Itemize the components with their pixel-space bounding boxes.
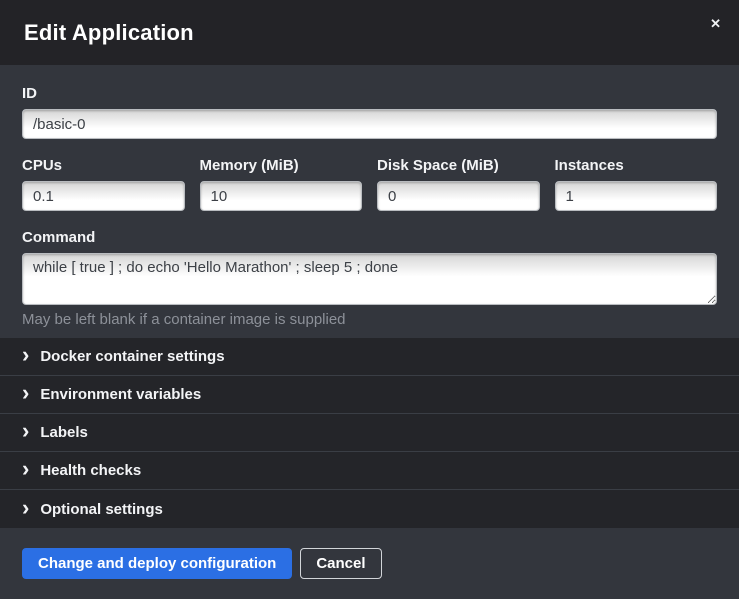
section-label: Docker container settings	[40, 348, 224, 365]
section-label: Optional settings	[40, 501, 163, 518]
id-label: ID	[22, 85, 717, 102]
section-label: Health checks	[40, 462, 141, 479]
cpus-field-group: CPUs	[22, 157, 185, 211]
instances-label: Instances	[555, 157, 718, 174]
instances-field-group: Instances	[555, 157, 718, 211]
disk-input[interactable]	[377, 181, 540, 211]
section-label: Environment variables	[40, 386, 201, 403]
disk-field-group: Disk Space (MiB)	[377, 157, 540, 211]
section-environment-variables[interactable]: › Environment variables	[0, 376, 739, 414]
modal-header: Edit Application ✕	[0, 0, 739, 65]
instances-input[interactable]	[555, 181, 718, 211]
chevron-right-icon: ›	[22, 458, 29, 480]
section-label: Labels	[40, 424, 88, 441]
id-input[interactable]	[22, 109, 717, 139]
chevron-right-icon: ›	[22, 382, 29, 404]
disk-label: Disk Space (MiB)	[377, 157, 540, 174]
section-optional-settings[interactable]: › Optional settings	[0, 490, 739, 528]
collapsible-sections: › Docker container settings › Environmen…	[0, 338, 739, 528]
command-textarea[interactable]: while [ true ] ; do echo 'Hello Marathon…	[22, 253, 717, 305]
edit-application-modal: Edit Application ✕ ID CPUs Memory (MiB) …	[0, 0, 739, 599]
section-health-checks[interactable]: › Health checks	[0, 452, 739, 490]
modal-footer: Change and deploy configuration Cancel	[0, 528, 739, 599]
memory-label: Memory (MiB)	[200, 157, 363, 174]
chevron-right-icon: ›	[22, 497, 29, 519]
cpus-input[interactable]	[22, 181, 185, 211]
section-labels[interactable]: › Labels	[0, 414, 739, 452]
memory-field-group: Memory (MiB)	[200, 157, 363, 211]
chevron-right-icon: ›	[22, 344, 29, 366]
id-field-group: ID	[22, 85, 717, 139]
command-label: Command	[22, 229, 717, 246]
cpus-label: CPUs	[22, 157, 185, 174]
resources-row: CPUs Memory (MiB) Disk Space (MiB) Insta…	[22, 157, 717, 211]
command-help-text: May be left blank if a container image i…	[22, 311, 717, 328]
command-field-group: Command while [ true ] ; do echo 'Hello …	[22, 229, 717, 328]
application-form: ID CPUs Memory (MiB) Disk Space (MiB) In…	[0, 65, 739, 338]
chevron-right-icon: ›	[22, 420, 29, 442]
section-docker-container-settings[interactable]: › Docker container settings	[0, 338, 739, 376]
close-icon[interactable]: ✕	[707, 14, 724, 33]
modal-title: Edit Application	[24, 20, 194, 46]
change-and-deploy-button[interactable]: Change and deploy configuration	[22, 548, 292, 579]
cancel-button[interactable]: Cancel	[300, 548, 381, 579]
memory-input[interactable]	[200, 181, 363, 211]
